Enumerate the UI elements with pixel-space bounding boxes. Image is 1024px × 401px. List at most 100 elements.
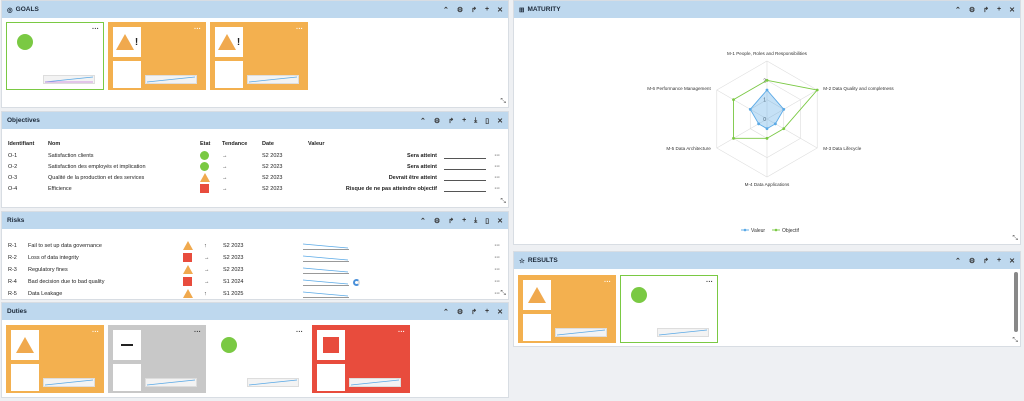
risks-panel: Risks ⌃ ⚙ ↱ + ⤓ ▯ ✕ R-1 Fail to set up data go… bbox=[1, 211, 509, 300]
close-icon[interactable]: ✕ bbox=[1009, 257, 1015, 265]
row-name: Qualité de la production et des services bbox=[48, 175, 145, 181]
close-icon[interactable]: ✕ bbox=[1009, 6, 1015, 14]
resize-handle[interactable]: ⤡ bbox=[500, 98, 506, 106]
share-icon[interactable]: ↱ bbox=[983, 257, 989, 265]
collapse-icon[interactable]: ⌃ bbox=[443, 6, 449, 14]
more-menu-icon[interactable]: ··· bbox=[495, 255, 501, 261]
status-warning-icon bbox=[115, 34, 134, 50]
row-name: Regulatory fines bbox=[28, 267, 68, 273]
download-icon[interactable]: ⤓ bbox=[474, 117, 477, 125]
more-menu-icon[interactable]: ··· bbox=[194, 26, 201, 33]
add-icon[interactable]: + bbox=[462, 117, 466, 125]
close-icon[interactable]: ✕ bbox=[497, 308, 503, 316]
row-name: Satisfaction des employés et implication bbox=[48, 164, 146, 170]
more-menu-icon[interactable]: ··· bbox=[495, 164, 501, 170]
gear-icon[interactable]: ⚙ bbox=[457, 308, 463, 316]
download-icon[interactable]: ⤓ bbox=[474, 217, 477, 225]
collapse-icon[interactable]: ⌃ bbox=[420, 217, 426, 225]
more-menu-icon[interactable]: ··· bbox=[495, 175, 501, 181]
kpi-card[interactable]: ! ··· bbox=[108, 22, 206, 90]
kpi-card[interactable]: ··· bbox=[312, 325, 410, 393]
kpi-card[interactable]: ··· bbox=[210, 325, 308, 393]
more-menu-icon[interactable]: ··· bbox=[495, 267, 501, 273]
collapse-icon[interactable]: ⌃ bbox=[955, 257, 961, 265]
column-header[interactable]: Date bbox=[262, 141, 274, 147]
share-icon[interactable]: ↱ bbox=[471, 6, 477, 14]
gear-icon[interactable]: ⚙ bbox=[969, 257, 975, 265]
column-header[interactable]: Etat bbox=[200, 141, 210, 147]
kpi-card[interactable]: ··· bbox=[6, 325, 104, 393]
table-row[interactable]: O-2 Satisfaction des employés et implica… bbox=[8, 161, 502, 172]
more-menu-icon[interactable]: ··· bbox=[495, 291, 501, 297]
more-menu-icon[interactable]: ··· bbox=[706, 279, 713, 286]
share-icon[interactable]: ↱ bbox=[471, 308, 477, 316]
more-menu-icon[interactable]: ··· bbox=[92, 329, 99, 336]
collapse-icon[interactable]: ⌃ bbox=[955, 6, 961, 14]
column-header[interactable]: Nom bbox=[48, 141, 60, 147]
close-icon[interactable]: ✕ bbox=[497, 117, 503, 125]
gear-icon[interactable]: ⚙ bbox=[434, 217, 440, 225]
collapse-icon[interactable]: ⌃ bbox=[420, 117, 426, 125]
resize-handle[interactable]: ⤡ bbox=[1012, 235, 1018, 243]
kpi-card[interactable]: ··· bbox=[6, 22, 104, 90]
value-input[interactable] bbox=[444, 153, 486, 159]
more-menu-icon[interactable]: ··· bbox=[296, 329, 303, 336]
trend-icon: → bbox=[222, 164, 228, 170]
resize-handle[interactable]: ⤡ bbox=[500, 198, 506, 206]
table-row[interactable]: R-4 Bad decision due to bad quality → S1… bbox=[8, 276, 502, 287]
close-icon[interactable]: ✕ bbox=[497, 6, 503, 14]
table-row[interactable]: O-4 Efficience → S2 2023 Risque de ne pa… bbox=[8, 183, 502, 194]
value-input[interactable] bbox=[444, 186, 486, 192]
kpi-card[interactable]: ··· bbox=[518, 275, 616, 343]
add-icon[interactable]: + bbox=[997, 6, 1001, 14]
table-row[interactable]: R-1 Fail to set up data governance ↑ S2 … bbox=[8, 240, 502, 251]
share-icon[interactable]: ↱ bbox=[448, 217, 454, 225]
add-icon[interactable]: + bbox=[462, 217, 466, 225]
more-menu-icon[interactable]: ··· bbox=[495, 153, 501, 159]
more-menu-icon[interactable]: ··· bbox=[92, 26, 99, 33]
more-menu-icon[interactable]: ··· bbox=[495, 279, 501, 285]
legend-marker bbox=[774, 228, 778, 232]
more-menu-icon[interactable]: ··· bbox=[495, 186, 501, 192]
share-icon[interactable]: ↱ bbox=[448, 117, 454, 125]
resize-handle[interactable]: ⤡ bbox=[500, 290, 506, 298]
kpi-card[interactable]: ! ··· bbox=[210, 22, 308, 90]
value-input[interactable] bbox=[444, 175, 486, 181]
more-menu-icon[interactable]: ··· bbox=[398, 329, 405, 336]
gear-icon[interactable]: ⚙ bbox=[434, 117, 440, 125]
trend-icon bbox=[317, 364, 345, 391]
add-icon[interactable]: + bbox=[485, 6, 489, 14]
results-scrollbar[interactable] bbox=[1014, 272, 1018, 332]
more-menu-icon[interactable]: ··· bbox=[604, 279, 611, 286]
trend-icon bbox=[523, 314, 551, 341]
more-menu-icon[interactable]: ··· bbox=[194, 329, 201, 336]
close-icon[interactable]: ✕ bbox=[497, 217, 503, 225]
collapse-icon[interactable]: ⌃ bbox=[443, 308, 449, 316]
more-menu-icon[interactable]: ··· bbox=[495, 243, 501, 249]
document-icon[interactable]: ▯ bbox=[485, 117, 489, 125]
row-id: R-1 bbox=[8, 243, 17, 249]
column-header[interactable]: Tendance bbox=[222, 141, 247, 147]
table-row[interactable]: R-2 Loss of data integrity → S2 2023 ··· bbox=[8, 252, 502, 263]
sparkline bbox=[302, 279, 349, 286]
legend-label: Valeur bbox=[751, 228, 765, 234]
gear-icon[interactable]: ⚙ bbox=[457, 6, 463, 14]
status-icon-box bbox=[113, 330, 141, 360]
table-row[interactable]: O-3 Qualité de la production et des serv… bbox=[8, 172, 502, 183]
value-input[interactable] bbox=[444, 164, 486, 170]
column-header[interactable]: Identifiant bbox=[8, 141, 34, 147]
gear-icon[interactable]: ⚙ bbox=[969, 6, 975, 14]
table-row[interactable]: R-3 Regulatory fines → S2 2023 ··· bbox=[8, 264, 502, 275]
resize-handle[interactable]: ⤡ bbox=[1012, 337, 1018, 345]
kpi-card[interactable]: ··· bbox=[620, 275, 718, 343]
table-row[interactable]: R-5 Data Leakage ↑ S1 2025 ··· bbox=[8, 288, 502, 299]
more-menu-icon[interactable]: ··· bbox=[296, 26, 303, 33]
add-icon[interactable]: + bbox=[485, 308, 489, 316]
kpi-card[interactable]: ··· bbox=[108, 325, 206, 393]
add-icon[interactable]: + bbox=[997, 257, 1001, 265]
column-header[interactable]: Valeur bbox=[308, 141, 325, 147]
status-icon-box bbox=[317, 330, 345, 360]
share-icon[interactable]: ↱ bbox=[983, 6, 989, 14]
document-icon[interactable]: ▯ bbox=[485, 217, 489, 225]
table-row[interactable]: O-1 Satisfaction clients → S2 2023 Sera … bbox=[8, 150, 502, 161]
